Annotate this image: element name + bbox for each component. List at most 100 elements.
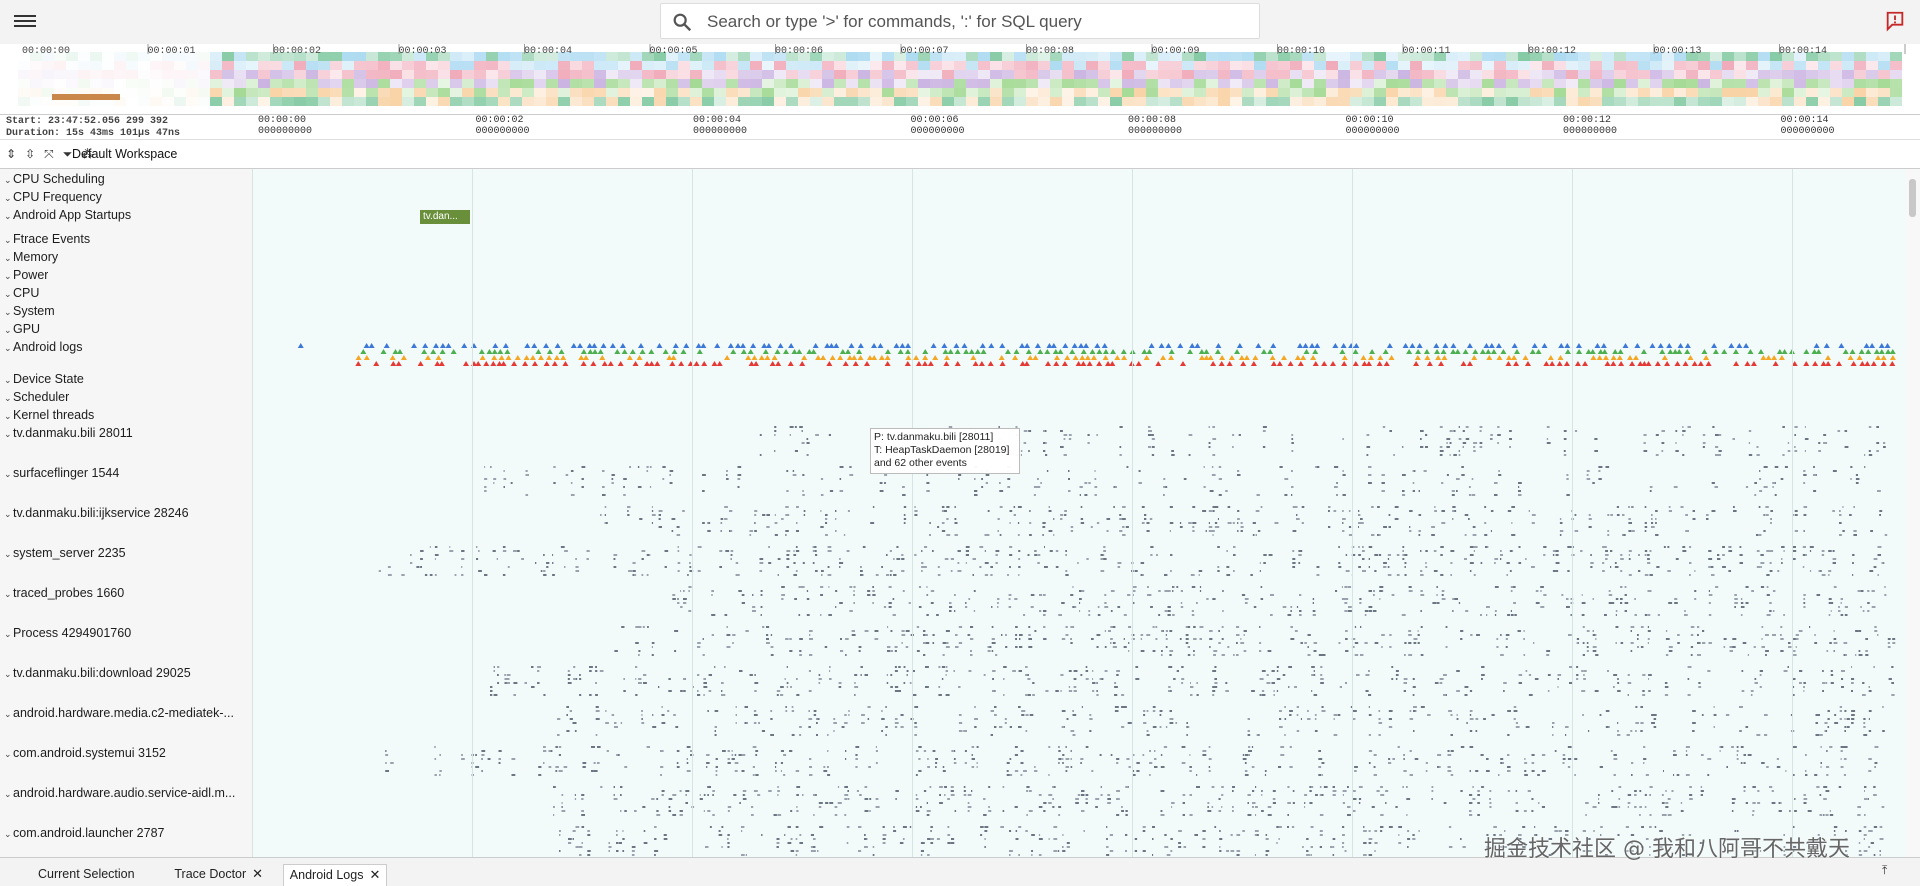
chevron-down-icon[interactable]: ⌄ xyxy=(4,393,13,404)
track-lane[interactable] xyxy=(253,301,1906,319)
track-shell[interactable]: ⌄tv.danmaku.bili:download 29025 xyxy=(0,663,253,703)
track-lane[interactable] xyxy=(253,583,1906,623)
track-title[interactable]: ⌄surfaceflinger 1544 xyxy=(4,466,119,480)
track-shell[interactable]: ⌄GPU xyxy=(0,319,253,337)
track-shell[interactable]: ⌄android.hardware.media.c2-mediatek-... xyxy=(0,703,253,743)
track-row[interactable]: ⌄CPU Scheduling xyxy=(0,169,1906,188)
track-title[interactable]: ⌄GPU xyxy=(4,322,40,336)
chevron-down-icon[interactable]: ⌄ xyxy=(4,411,13,422)
track-lane[interactable] xyxy=(253,319,1906,337)
track-row[interactable]: ⌄CPU xyxy=(0,283,1906,302)
track-shell[interactable]: ⌄System xyxy=(0,301,253,319)
track-row[interactable]: ⌄Process 4294901760 xyxy=(0,623,1906,664)
track-shell[interactable]: ⌄Device State xyxy=(0,369,253,387)
track-lane[interactable] xyxy=(253,405,1906,423)
track-shell[interactable]: ⌄CPU Scheduling xyxy=(0,169,253,187)
omnibox[interactable] xyxy=(660,3,1260,39)
track-row[interactable]: ⌄CPU Frequency xyxy=(0,187,1906,206)
track-title[interactable]: ⌄CPU Scheduling xyxy=(4,172,105,186)
track-row[interactable]: ⌄tv.danmaku.bili:ijkservice 28246 xyxy=(0,503,1906,544)
track-lane[interactable] xyxy=(253,265,1906,283)
track-lane[interactable] xyxy=(253,463,1906,503)
track-row[interactable]: ⌄Ftrace Events xyxy=(0,229,1906,248)
collapse-all-icon[interactable]: ⇳ xyxy=(25,147,35,161)
track-title[interactable]: ⌄Scheduler xyxy=(4,390,69,404)
track-row[interactable]: ⌄Scheduler xyxy=(0,387,1906,406)
chevron-down-icon[interactable]: ⌄ xyxy=(4,325,13,336)
track-row[interactable]: ⌄GPU xyxy=(0,319,1906,338)
track-row[interactable]: ⌄Device State xyxy=(0,369,1906,388)
track-shell[interactable]: ⌄Android App Startups xyxy=(0,205,253,229)
track-shell[interactable]: ⌄Ftrace Events xyxy=(0,229,253,247)
track-shell[interactable]: ⌄tv.danmaku.bili 28011 xyxy=(0,423,253,463)
track-title[interactable]: ⌄Android App Startups xyxy=(4,208,131,222)
track-shell[interactable]: ⌄Memory xyxy=(0,247,253,265)
chevron-down-icon[interactable]: ⌄ xyxy=(4,629,13,640)
unpin-icon[interactable]: ⤧ xyxy=(44,147,54,161)
track-shell[interactable]: ⌄com.android.systemui 3152 xyxy=(0,743,253,783)
track-row[interactable]: ⌄System xyxy=(0,301,1906,320)
track-lane[interactable] xyxy=(253,187,1906,205)
track-shell[interactable]: ⌄Power xyxy=(0,265,253,283)
chevron-down-icon[interactable]: ⌄ xyxy=(4,375,13,386)
chevron-down-icon[interactable]: ⌄ xyxy=(4,235,13,246)
track-shell[interactable]: ⌄Scheduler xyxy=(0,387,253,405)
track-shell[interactable]: ⌄surfaceflinger 1544 xyxy=(0,463,253,503)
track-title[interactable]: ⌄System xyxy=(4,304,55,318)
search-input[interactable] xyxy=(705,10,1249,34)
expand-all-icon[interactable]: ⇕ xyxy=(6,147,16,161)
track-lane[interactable] xyxy=(253,503,1906,543)
track-title[interactable]: ⌄CPU Frequency xyxy=(4,190,102,204)
track-row[interactable]: ⌄com.android.systemui 3152 xyxy=(0,743,1906,784)
chevron-down-icon[interactable]: ⌄ xyxy=(4,211,13,222)
chevron-down-icon[interactable]: ⌄ xyxy=(4,193,13,204)
track-title[interactable]: ⌄CPU xyxy=(4,286,39,300)
track-row[interactable]: ⌄Kernel threads xyxy=(0,405,1906,424)
track-lane[interactable] xyxy=(253,543,1906,583)
track-shell[interactable]: ⌄system_server 2235 xyxy=(0,543,253,583)
chevron-down-icon[interactable]: ⌄ xyxy=(4,589,13,600)
track-shell[interactable]: ⌄CPU xyxy=(0,283,253,301)
track-lane[interactable] xyxy=(253,369,1906,387)
track-row[interactable]: ⌄Android logs xyxy=(0,337,1906,370)
track-title[interactable]: ⌄tv.danmaku.bili:download 29025 xyxy=(4,666,191,680)
track-shell[interactable]: ⌄Android logs xyxy=(0,337,253,369)
track-title[interactable]: ⌄Device State xyxy=(4,372,84,386)
track-title[interactable]: ⌄tv.danmaku.bili:ijkservice 28246 xyxy=(4,506,189,520)
track-row[interactable]: ⌄traced_probes 1660 xyxy=(0,583,1906,624)
filter-icon[interactable]: ⏷ xyxy=(63,147,73,161)
chevron-down-icon[interactable]: ⌄ xyxy=(4,669,13,680)
overview-timeline[interactable]: 00:00:0000:00:0100:00:0200:00:0300:00:04… xyxy=(0,44,1920,115)
alert-flag-icon[interactable] xyxy=(1884,10,1906,32)
track-title[interactable]: ⌄Power xyxy=(4,268,48,282)
chevron-down-icon[interactable]: ⌄ xyxy=(4,709,13,720)
track-title[interactable]: ⌄Kernel threads xyxy=(4,408,94,422)
track-lane[interactable] xyxy=(253,703,1906,743)
track-shell[interactable]: ⌄tv.danmaku.bili:ijkservice 28246 xyxy=(0,503,253,543)
track-row[interactable]: ⌄Memory xyxy=(0,247,1906,266)
track-title[interactable]: ⌄Android logs xyxy=(4,340,83,354)
track-lane[interactable] xyxy=(253,663,1906,703)
track-lane[interactable] xyxy=(253,169,1906,187)
track-title[interactable]: ⌄tv.danmaku.bili 28011 xyxy=(4,426,133,440)
track-row[interactable]: ⌄tv.danmaku.bili:download 29025 xyxy=(0,663,1906,704)
chevron-down-icon[interactable]: ⌄ xyxy=(4,289,13,300)
track-lane[interactable] xyxy=(253,283,1906,301)
track-row[interactable]: ⌄Android App Startups tv.dan... xyxy=(0,205,1906,230)
workspace-name[interactable]: Default Workspace xyxy=(72,147,177,161)
app-startup-slice[interactable]: tv.dan... xyxy=(420,210,470,224)
chevron-down-icon[interactable]: ⌄ xyxy=(4,271,13,282)
track-lane[interactable] xyxy=(253,337,1906,369)
track-title[interactable]: ⌄com.android.systemui 3152 xyxy=(4,746,166,760)
track-lane[interactable] xyxy=(253,623,1906,663)
chevron-down-icon[interactable]: ⌄ xyxy=(4,429,13,440)
track-title[interactable]: ⌄system_server 2235 xyxy=(4,546,126,560)
track-lane[interactable] xyxy=(253,423,1906,463)
track-row[interactable]: ⌄Power xyxy=(0,265,1906,284)
track-title[interactable]: ⌄Ftrace Events xyxy=(4,232,90,246)
chevron-down-icon[interactable]: ⌄ xyxy=(4,343,13,354)
track-row[interactable]: ⌄system_server 2235 xyxy=(0,543,1906,584)
track-shell[interactable]: ⌄Process 4294901760 xyxy=(0,623,253,663)
track-lane[interactable] xyxy=(253,387,1906,405)
chevron-down-icon[interactable]: ⌄ xyxy=(4,549,13,560)
